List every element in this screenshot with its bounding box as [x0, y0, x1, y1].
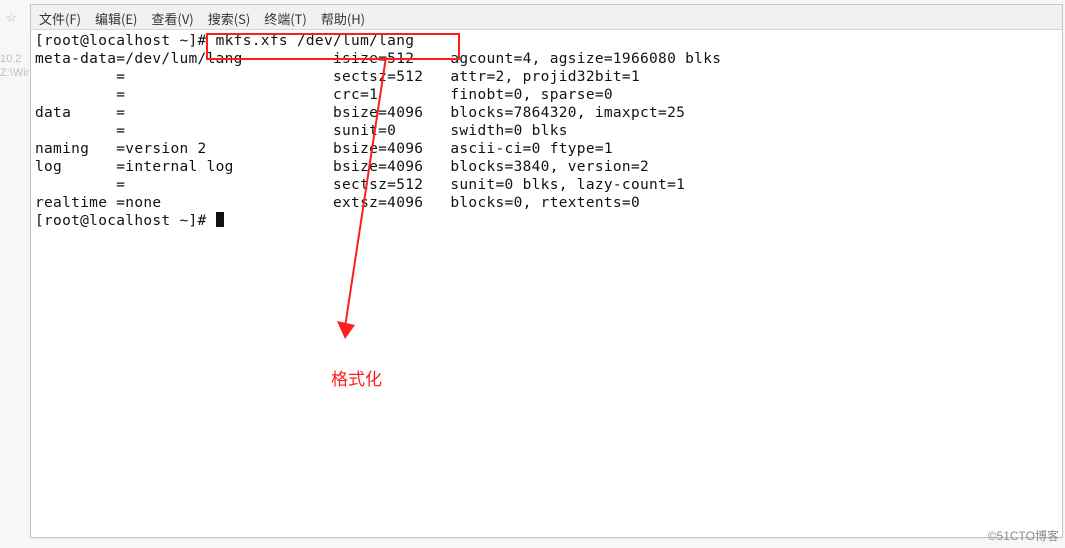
- shell-prompt: [root@localhost ~]#: [35, 213, 216, 229]
- menu-help[interactable]: 帮助(H): [321, 9, 365, 28]
- shell-prompt: [root@localhost ~]#: [35, 33, 216, 49]
- menu-view[interactable]: 查看(V): [151, 9, 193, 28]
- favorite-star-icon: ☆: [6, 6, 17, 27]
- output-line: meta-data=/dev/lum/lang isize=512 agcoun…: [35, 50, 1058, 68]
- menu-terminal[interactable]: 终端(T): [264, 9, 307, 28]
- menu-search[interactable]: 搜索(S): [208, 9, 251, 28]
- annotation-label: 格式化: [331, 365, 382, 390]
- output-line: naming =version 2 bsize=4096 ascii-ci=0 …: [35, 140, 1058, 158]
- cursor-block-icon: [216, 212, 224, 227]
- prompt-line: [root@localhost ~]#: [35, 212, 1058, 230]
- menu-file[interactable]: 文件(F): [39, 9, 81, 28]
- output-line: realtime =none extsz=4096 blocks=0, rtex…: [35, 194, 1058, 212]
- output-line: data = bsize=4096 blocks=7864320, imaxpc…: [35, 104, 1058, 122]
- shell-command: mkfs.xfs /dev/lum/lang: [216, 33, 415, 49]
- output-line: = crc=1 finobt=0, sparse=0: [35, 86, 1058, 104]
- terminal-output[interactable]: [root@localhost ~]# mkfs.xfs /dev/lum/la…: [31, 30, 1062, 537]
- watermark-text: ©51CTO博客: [988, 527, 1059, 544]
- output-line: = sunit=0 swidth=0 blks: [35, 122, 1058, 140]
- menu-edit[interactable]: 编辑(E): [95, 9, 137, 28]
- terminal-window: 文件(F) 编辑(E) 查看(V) 搜索(S) 终端(T) 帮助(H) [roo…: [30, 4, 1063, 538]
- output-line: = sectsz=512 attr=2, projid32bit=1: [35, 68, 1058, 86]
- output-line: log =internal log bsize=4096 blocks=3840…: [35, 158, 1058, 176]
- prompt-line: [root@localhost ~]# mkfs.xfs /dev/lum/la…: [35, 32, 1058, 50]
- output-line: = sectsz=512 sunit=0 blks, lazy-count=1: [35, 176, 1058, 194]
- menu-bar: 文件(F) 编辑(E) 查看(V) 搜索(S) 终端(T) 帮助(H): [31, 5, 1062, 30]
